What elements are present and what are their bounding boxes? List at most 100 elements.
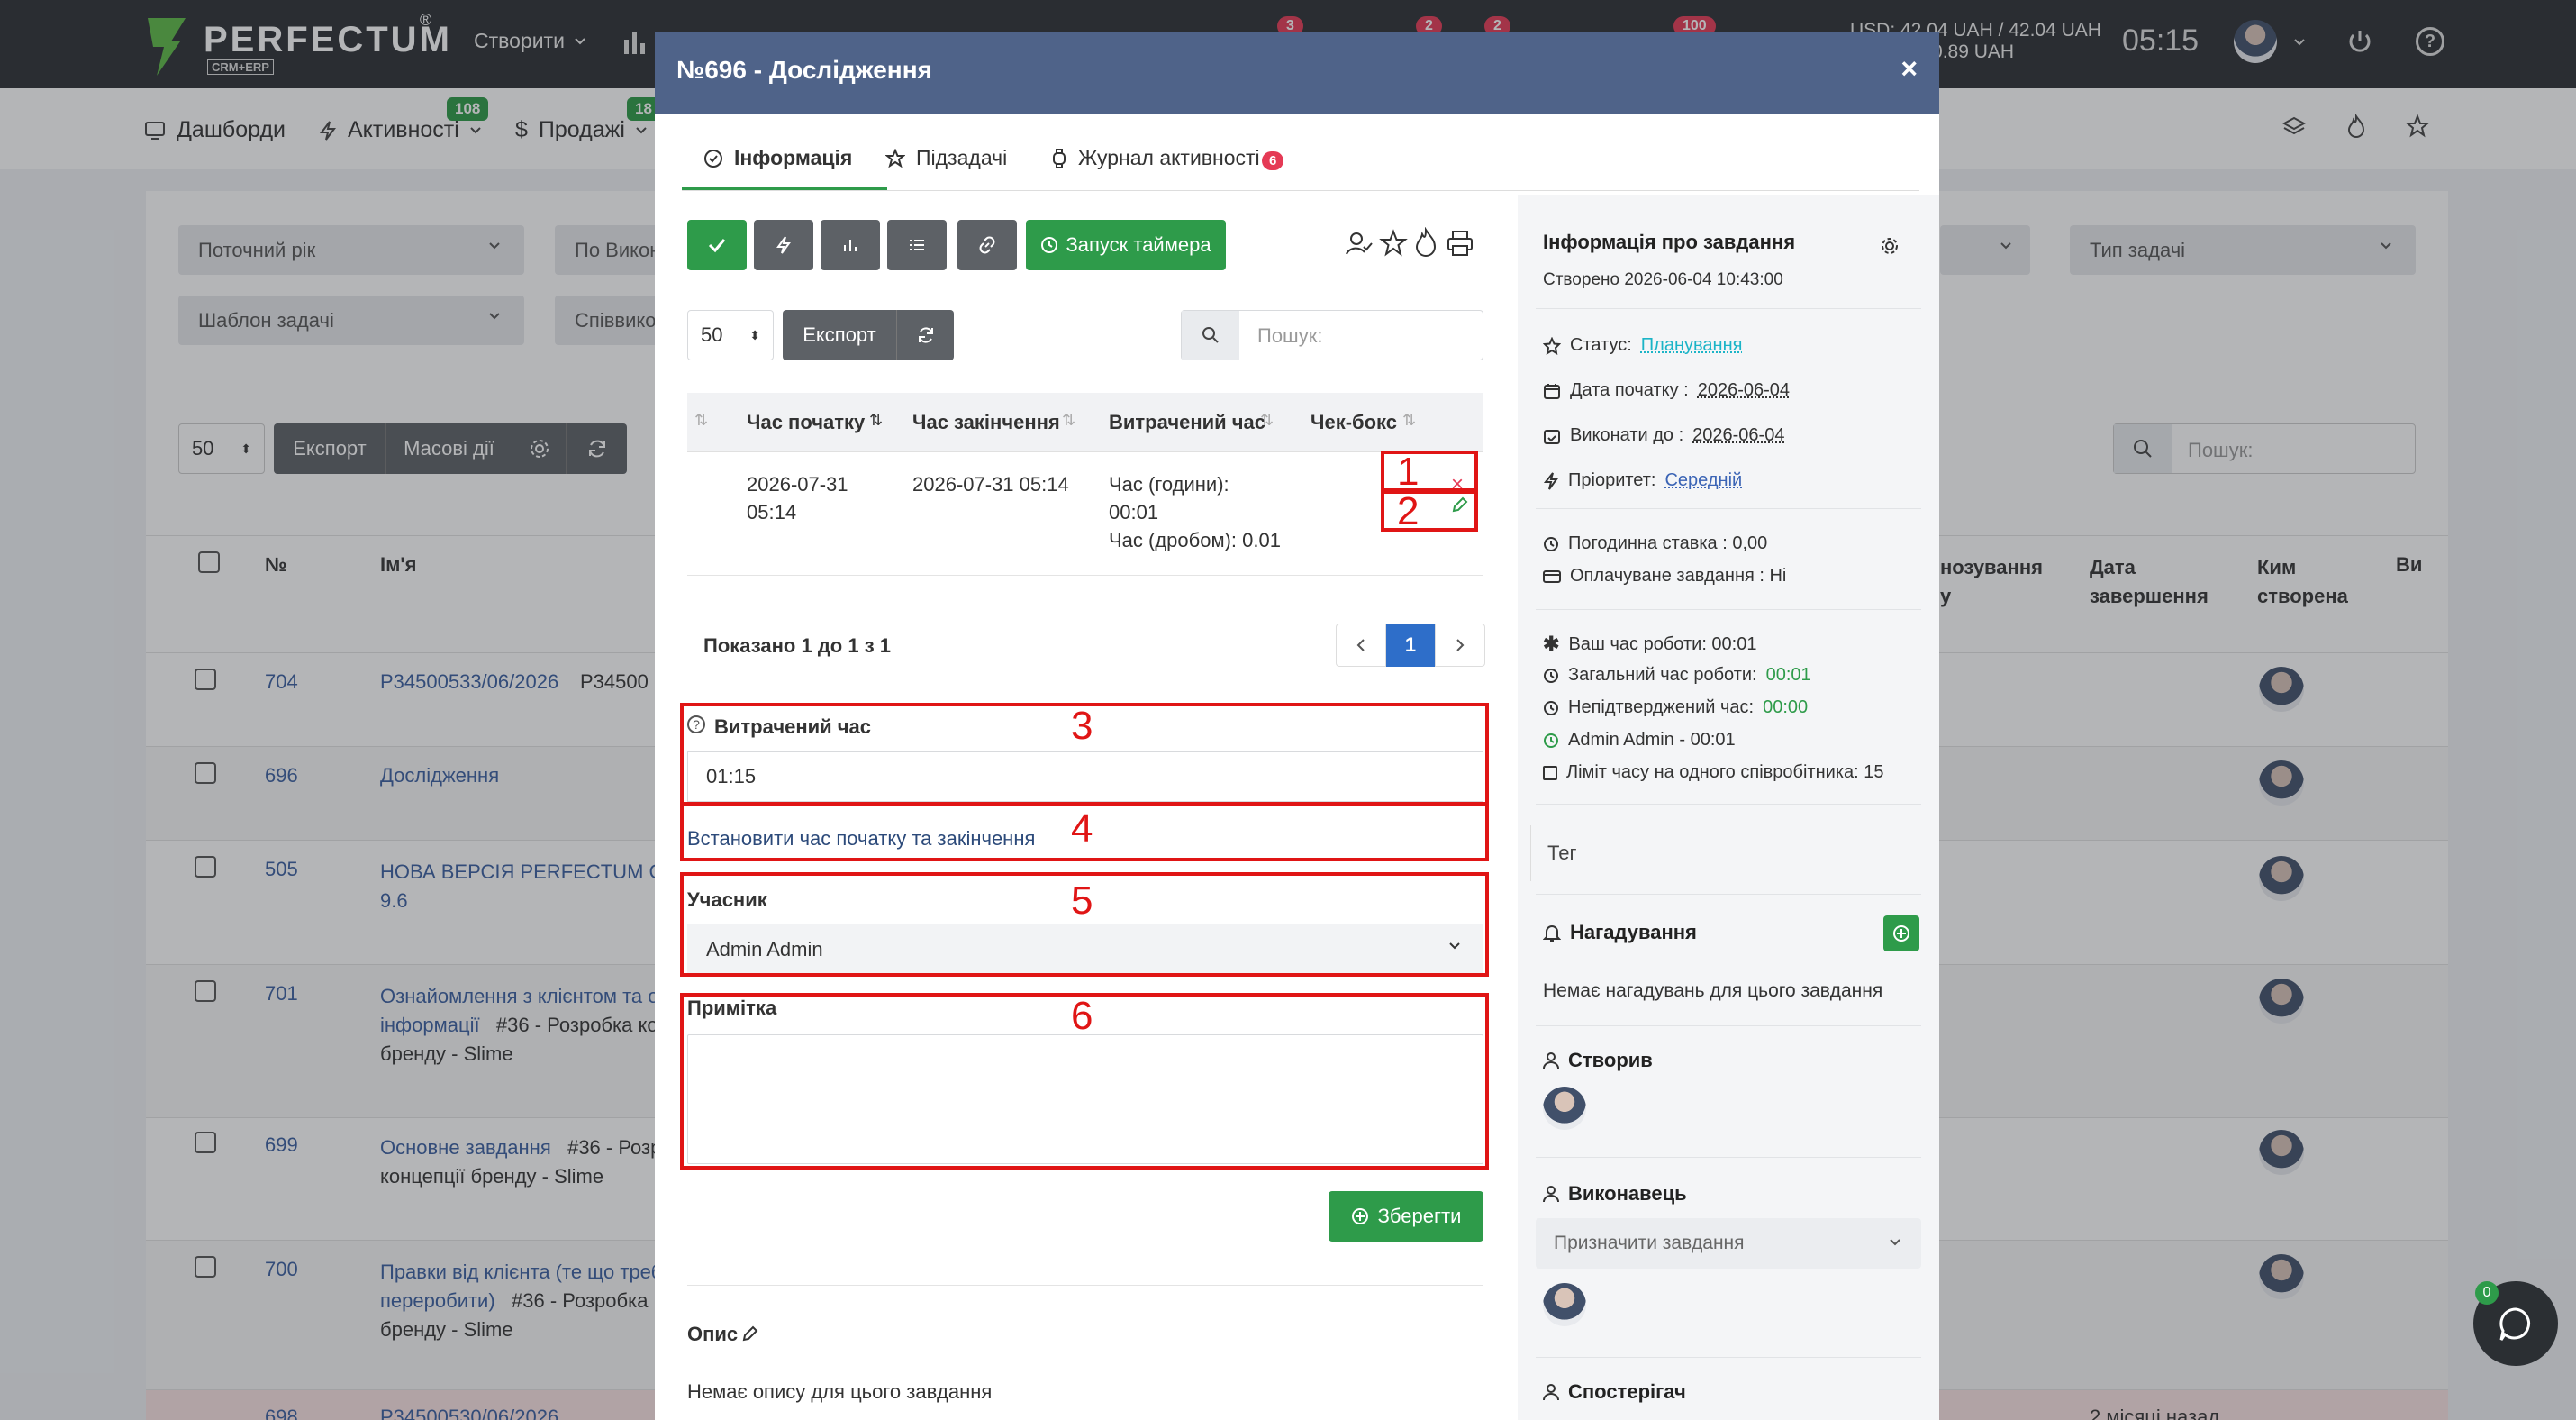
tab-info[interactable]: Інформація [703,146,852,170]
admin-time-row: Admin Admin - 00:01 [1543,730,1736,751]
search-placeholder: Пошук: [1257,324,1323,347]
pagination-info: Показано 1 до 1 з 1 [703,634,891,657]
modal-export-button[interactable]: Експорт [783,310,896,360]
timer-label: Запуск таймера [1066,233,1211,256]
divider [1536,894,1921,895]
watch-icon [1051,148,1067,169]
col-checkbox[interactable]: Чек-бокс [1311,411,1397,434]
annotation-number-2: 2 [1397,489,1420,533]
fire-icon[interactable] [1413,227,1438,258]
cell-line: 05:14 [747,501,797,523]
task-info-sidebar: Інформація про завдання Створено 2026-06… [1518,195,1939,1420]
hourly-rate: Погодинна ставка : 0,00 [1568,533,1768,553]
gear-icon[interactable] [1880,236,1900,256]
quick-action-button[interactable] [754,220,813,270]
stats-button[interactable] [821,220,880,270]
sort-icon: ⬍ [749,327,760,342]
assign-placeholder: Призначити завдання [1554,1233,1745,1253]
chat-icon [2496,1304,2535,1343]
assignee-header: Виконавець [1543,1182,1687,1206]
sort-icon[interactable]: ⇅ [869,411,883,430]
col-start-time[interactable]: Час початку [747,411,865,434]
cell-start-time: 2026-07-31 05:14 [747,470,848,526]
watcher-header: Спостерігач [1543,1380,1686,1404]
checkbox-icon[interactable] [1543,765,1557,780]
no-reminders: Немає нагадувань для цього завдання [1543,980,1883,1001]
sort-icon[interactable]: ⇅ [1402,411,1416,430]
save-button[interactable]: Зберегти [1329,1191,1483,1242]
tab-subtasks[interactable]: Підзадачі [885,146,1007,170]
modal-search-input[interactable]: Пошук: [1181,310,1483,360]
priority-row: Пріоритет: Середній [1543,470,1742,491]
unconfirmed-row: Непідтверджений час: 00:00 [1543,697,1808,718]
creator-header: Створив [1543,1049,1653,1072]
link-button[interactable] [957,220,1017,270]
complete-button[interactable] [687,220,747,270]
status-value[interactable]: Планування [1641,335,1743,356]
annotation-number-1: 1 [1397,450,1420,494]
tab-label: Підзадачі [916,146,1008,169]
tab-activity-log[interactable]: Журнал активності [1051,146,1260,170]
link-icon [977,235,997,255]
due-label: Виконати до : [1570,425,1684,445]
checklist-button[interactable] [887,220,947,270]
assign-user-icon[interactable] [1345,229,1374,258]
due-date-row: Виконати до : 2026-06-04 [1543,425,1784,446]
creator-avatar[interactable] [1543,1087,1586,1130]
clock-icon [1543,700,1559,716]
start-label: Дата початку : [1570,380,1689,400]
priority-value[interactable]: Середній [1664,470,1742,491]
modal-header: №696 - Дослідження × [655,32,1939,114]
user-icon [1543,1185,1559,1203]
billable: Оплачуване завдання : Ні [1570,566,1787,586]
prev-page-button[interactable] [1336,624,1386,667]
col-spent-time[interactable]: Витрачений час [1109,411,1265,434]
your-time: Ваш час роботи: 00:01 [1568,633,1757,654]
print-icon[interactable] [1446,229,1474,258]
modal-per-page-select[interactable]: 50 ⬍ [687,310,774,360]
user-icon [1543,1383,1559,1401]
modal-refresh-button[interactable] [896,310,954,360]
modal-title: №696 - Дослідження [676,56,932,84]
cell-line: Час (години): [1109,473,1229,496]
sort-icon[interactable]: ⇅ [1260,411,1274,430]
add-reminder-button[interactable] [1883,915,1919,951]
section-divider [687,1285,1483,1286]
start-value[interactable]: 2026-06-04 [1698,380,1790,401]
close-icon[interactable]: × [1900,52,1918,86]
due-value[interactable]: 2026-06-04 [1692,425,1784,446]
edit-description-icon[interactable] [741,1324,759,1343]
cell-line: 2026-07-31 [747,473,848,496]
annotation-box-1 [1381,451,1478,492]
tag-input[interactable]: Тег [1530,825,1927,881]
assignee-avatar[interactable] [1543,1283,1586,1326]
sort-icon[interactable]: ⇅ [694,411,708,430]
credit-card-icon [1543,569,1561,584]
billable-row: Оплачуване завдання : Ні [1543,566,1786,587]
check-circle-icon [703,149,723,168]
unconfirmed-value: 00:00 [1763,697,1809,717]
search-icon [1182,311,1239,360]
bar-chart-icon [842,237,858,253]
annotation-number-5: 5 [1071,878,1093,923]
assign-select[interactable]: Призначити завдання [1536,1218,1921,1269]
description-empty: Немає опису для цього завдання [687,1380,993,1403]
table-bottom-divider [687,575,1483,576]
star-icon[interactable] [1379,229,1408,258]
bolt-icon [776,235,792,255]
sort-icon[interactable]: ⇅ [1062,411,1075,430]
divider [1536,1357,1921,1358]
check-icon [707,237,727,253]
col-end-time[interactable]: Час закінчення [912,411,1060,434]
divider [1536,508,1921,509]
page-1-button[interactable]: 1 [1386,624,1435,667]
chevron-down-icon [1889,1238,1901,1247]
cell-spent-time: Час (години): 00:01 Час (дробом): 0.01 [1109,470,1281,554]
start-timer-button[interactable]: Запуск таймера [1026,220,1226,270]
reminders-header: Нагадування [1543,921,1697,944]
status-row: Статус: Планування [1543,335,1742,356]
cell-end-time: 2026-07-31 05:14 [912,473,1069,496]
task-modal: №696 - Дослідження × Інформація Підзадач… [655,32,1939,1420]
next-page-button[interactable] [1435,624,1485,667]
tabs-divider [682,190,1919,191]
